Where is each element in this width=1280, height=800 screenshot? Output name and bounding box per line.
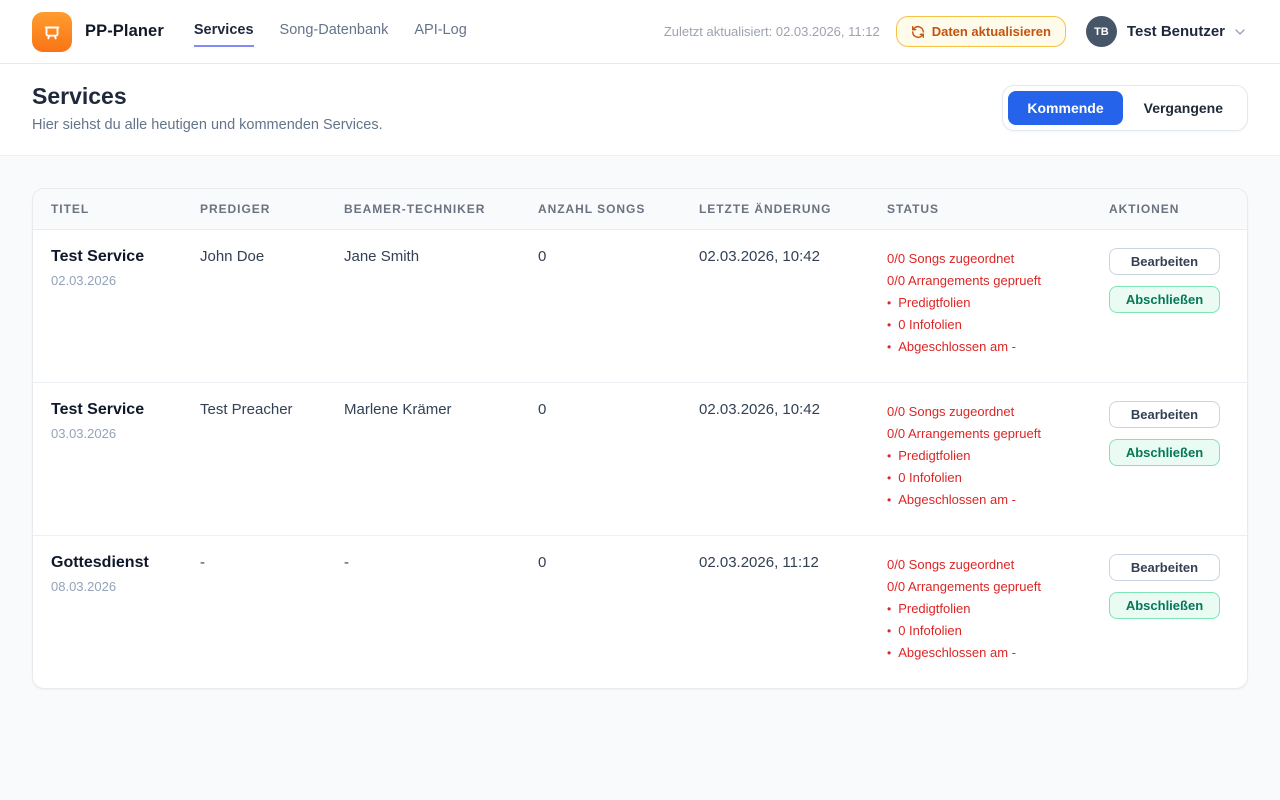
cell-prediger: - [200,536,344,689]
status-line: 0/0 Arrangements geprueft [887,270,1099,292]
status-line: •Predigtfolien [887,445,1099,467]
nav-item-song-datenbank[interactable]: Song-Datenbank [280,16,389,47]
bullet-dot: • [887,296,891,310]
col-header-titel: Titel [33,189,200,230]
status-line: 0/0 Arrangements geprueft [887,576,1099,598]
filter-toggle-group: Kommende Vergangene [1002,85,1248,131]
status-line: •Abgeschlossen am - [887,642,1099,664]
status-line: 0/0 Songs zugeordnet [887,248,1099,270]
bullet-dot: • [887,493,891,507]
table-row: Test Service 02.03.2026 John Doe Jane Sm… [33,230,1247,383]
filter-vergangene-button[interactable]: Vergangene [1125,91,1242,125]
refresh-icon [911,25,925,39]
user-name: Test Benutzer [1127,23,1225,40]
cell-letzte-aenderung: 02.03.2026, 10:42 [699,230,887,383]
page-header: Services Hier siehst du alle heutigen un… [0,64,1280,156]
services-table-card: Titel Prediger Beamer-Techniker Anzahl S… [32,188,1248,689]
cell-anzahl-songs: 0 [538,536,699,689]
cell-beamer-techniker: Jane Smith [344,230,538,383]
avatar: TB [1086,16,1117,47]
main-nav: Services Song-Datenbank API-Log [194,16,467,47]
service-date: 02.03.2026 [51,273,190,288]
col-header-anzahl-songs: Anzahl Songs [538,189,699,230]
page-title: Services [32,83,383,110]
cell-letzte-aenderung: 02.03.2026, 10:42 [699,383,887,536]
col-header-status: Status [887,189,1109,230]
col-header-beamer-techniker: Beamer-Techniker [344,189,538,230]
status-list: 0/0 Songs zugeordnet0/0 Arrangements gep… [887,554,1099,664]
cell-anzahl-songs: 0 [538,230,699,383]
presentation-screen-icon [41,21,63,43]
service-date: 03.03.2026 [51,426,190,441]
complete-button[interactable]: Abschließen [1109,592,1220,619]
table-header-row: Titel Prediger Beamer-Techniker Anzahl S… [33,189,1247,230]
service-title: Gottesdienst [51,554,190,572]
brand-title: PP-Planer [85,22,164,41]
service-title: Test Service [51,401,190,419]
edit-button[interactable]: Bearbeiten [1109,401,1220,428]
complete-button[interactable]: Abschließen [1109,286,1220,313]
main-content: Titel Prediger Beamer-Techniker Anzahl S… [0,156,1280,721]
user-menu[interactable]: TB Test Benutzer [1086,16,1248,47]
status-line: •0 Infofolien [887,467,1099,489]
bullet-dot: • [887,471,891,485]
cell-letzte-aenderung: 02.03.2026, 11:12 [699,536,887,689]
cell-beamer-techniker: - [344,536,538,689]
status-line: 0/0 Songs zugeordnet [887,554,1099,576]
col-header-prediger: Prediger [200,189,344,230]
status-list: 0/0 Songs zugeordnet0/0 Arrangements gep… [887,401,1099,511]
table-row: Test Service 03.03.2026 Test Preacher Ma… [33,383,1247,536]
bullet-dot: • [887,449,891,463]
nav-item-services[interactable]: Services [194,16,254,47]
cell-prediger: Test Preacher [200,383,344,536]
last-updated-text: Zuletzt aktualisiert: 02.03.2026, 11:12 [664,24,880,39]
status-line: •0 Infofolien [887,314,1099,336]
edit-button[interactable]: Bearbeiten [1109,554,1220,581]
filter-kommende-button[interactable]: Kommende [1008,91,1122,125]
app-logo[interactable] [32,12,72,52]
status-line: •Abgeschlossen am - [887,336,1099,358]
table-row: Gottesdienst 08.03.2026 - - 0 02.03.2026… [33,536,1247,689]
app-header: PP-Planer Services Song-Datenbank API-Lo… [0,0,1280,64]
edit-button[interactable]: Bearbeiten [1109,248,1220,275]
page-subtitle: Hier siehst du alle heutigen und kommend… [32,117,383,133]
service-date: 08.03.2026 [51,579,190,594]
status-line: •0 Infofolien [887,620,1099,642]
status-line: •Predigtfolien [887,292,1099,314]
cell-prediger: John Doe [200,230,344,383]
status-line: •Predigtfolien [887,598,1099,620]
status-list: 0/0 Songs zugeordnet0/0 Arrangements gep… [887,248,1099,358]
refresh-button-label: Daten aktualisieren [932,24,1051,39]
bullet-dot: • [887,646,891,660]
status-line: 0/0 Arrangements geprueft [887,423,1099,445]
services-table: Titel Prediger Beamer-Techniker Anzahl S… [33,189,1247,688]
status-line: 0/0 Songs zugeordnet [887,401,1099,423]
status-line: •Abgeschlossen am - [887,489,1099,511]
chevron-down-icon [1232,24,1248,40]
service-title: Test Service [51,248,190,266]
refresh-data-button[interactable]: Daten aktualisieren [896,16,1066,47]
bullet-dot: • [887,340,891,354]
col-header-letzte-aenderung: Letzte Änderung [699,189,887,230]
bullet-dot: • [887,602,891,616]
col-header-aktionen: Aktionen [1109,189,1247,230]
cell-anzahl-songs: 0 [538,383,699,536]
bullet-dot: • [887,624,891,638]
cell-beamer-techniker: Marlene Krämer [344,383,538,536]
bullet-dot: • [887,318,891,332]
complete-button[interactable]: Abschließen [1109,439,1220,466]
nav-item-api-log[interactable]: API-Log [414,16,466,47]
